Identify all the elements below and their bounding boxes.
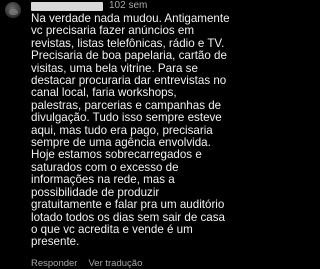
translate-button[interactable]: Ver tradução (88, 258, 142, 269)
reply-button[interactable]: Responder (31, 258, 77, 269)
username-redacted[interactable] (31, 1, 103, 11)
comment-actions: Responder Ver tradução (31, 258, 142, 269)
timestamp: 102 sem (109, 0, 148, 11)
comment: 102 sem Na verdade nada mudou. Antigamen… (0, 0, 268, 269)
avatar[interactable] (5, 2, 21, 18)
comment-text: Na verdade nada mudou. Antigamente vc pr… (31, 12, 230, 249)
